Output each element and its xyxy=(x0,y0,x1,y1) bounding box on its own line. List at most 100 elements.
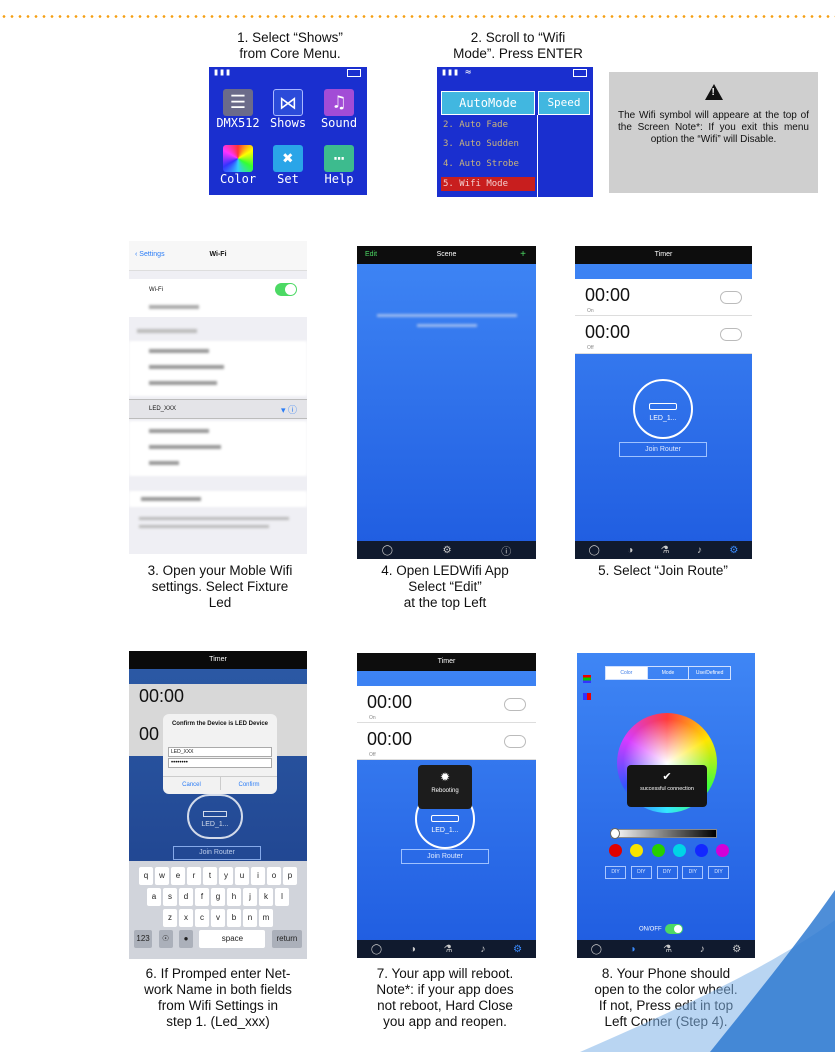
music-tab-icon[interactable]: ⚙ xyxy=(443,545,452,556)
color-swatch[interactable] xyxy=(651,844,665,857)
settings-tab-icon[interactable]: ⚙ xyxy=(729,545,738,556)
router-circle[interactable]: LED_1... xyxy=(633,379,693,439)
slider-handle[interactable] xyxy=(610,828,620,839)
menu-item-color[interactable]: Color xyxy=(213,145,263,186)
confirm-button[interactable]: Confirm xyxy=(220,777,277,790)
diy-button[interactable]: DIY xyxy=(708,866,729,879)
add-button[interactable]: + xyxy=(520,246,526,264)
menu-item-dmx512[interactable]: ☰ DMX512 xyxy=(213,89,263,130)
scene-top-bar: Edit Scene + xyxy=(357,246,536,264)
temp-tab-icon[interactable]: ⚗ xyxy=(661,545,670,556)
num-key[interactable]: 123 xyxy=(134,930,153,948)
key-s[interactable]: s xyxy=(163,888,177,906)
key-w[interactable]: w xyxy=(155,867,169,885)
key-g[interactable]: g xyxy=(211,888,225,906)
key-d[interactable]: d xyxy=(179,888,193,906)
cancel-button[interactable]: Cancel xyxy=(163,782,220,788)
key-b[interactable]: b xyxy=(227,909,241,927)
timer-toggle[interactable] xyxy=(504,698,526,711)
key-q[interactable]: q xyxy=(139,867,153,885)
info-icon[interactable]: ▾ ⓘ xyxy=(281,403,297,416)
join-router-button[interactable]: Join Router xyxy=(619,442,707,457)
key-m[interactable]: m xyxy=(259,909,273,927)
scene-tab-icon[interactable]: ◯ xyxy=(382,545,393,556)
key-t[interactable]: t xyxy=(203,867,217,885)
key-r[interactable]: r xyxy=(187,867,201,885)
timer-toggle[interactable] xyxy=(720,328,742,341)
menu-label: Shows xyxy=(269,116,307,130)
diy-button[interactable]: DIY xyxy=(656,866,678,879)
menu-item-shows[interactable]: ⋈ Shows xyxy=(263,89,313,130)
confirm-dialog: Confirm the Device is LED Device LED_XXX… xyxy=(163,714,277,794)
join-router-button[interactable]: Join Router xyxy=(401,849,489,864)
timer-off-row: 00:00 Off xyxy=(357,723,536,760)
key-v[interactable]: v xyxy=(211,909,225,927)
help-chat-icon: ⋯ xyxy=(324,145,354,172)
diy-button[interactable]: DIY xyxy=(605,866,626,879)
edit-button[interactable]: Edit xyxy=(365,246,377,264)
color-swatch[interactable] xyxy=(630,844,644,857)
key-y[interactable]: y xyxy=(219,867,233,885)
key-a[interactable]: a xyxy=(147,888,161,906)
timer-toggle[interactable] xyxy=(504,735,526,748)
wifi-toggle[interactable] xyxy=(275,283,297,296)
menu-item-sound[interactable]: ♫ Sound xyxy=(313,89,365,130)
color-swatch[interactable] xyxy=(694,844,708,857)
color-swatch[interactable] xyxy=(715,844,729,857)
key-n[interactable]: n xyxy=(243,909,257,927)
dotted-divider xyxy=(0,15,835,18)
key-l[interactable]: l xyxy=(275,888,289,906)
keyboard: qwertyuiop asdfghjkl zxcvbnm 123 ☉ ● spa… xyxy=(129,861,307,959)
timer-title: Timer xyxy=(575,246,752,264)
key-x[interactable]: x xyxy=(179,909,193,927)
return-key[interactable]: return xyxy=(271,930,302,948)
nav-title: Wi-Fi xyxy=(209,251,227,258)
network-row-led[interactable]: LED_XXX ▾ ⓘ xyxy=(129,399,307,419)
key-i[interactable]: i xyxy=(251,867,265,885)
brightness-slider[interactable] xyxy=(610,828,717,839)
menu-item[interactable]: 2. Auto Fade xyxy=(443,120,508,130)
color-swatch[interactable] xyxy=(673,844,687,857)
key-e[interactable]: e xyxy=(171,867,185,885)
menu-item-selected[interactable]: 5. Wifi Mode xyxy=(441,177,535,191)
color-swatch[interactable] xyxy=(609,844,622,857)
timer-toggle[interactable] xyxy=(720,291,742,304)
checkmark-icon: ✔ xyxy=(662,771,672,783)
menu-item[interactable]: 3. Auto Sudden xyxy=(443,139,519,149)
music-tab-icon[interactable]: ♪ xyxy=(697,545,702,556)
globe-icon[interactable]: ☉ xyxy=(158,930,173,948)
key-z[interactable]: z xyxy=(163,909,177,927)
mix-icon xyxy=(583,693,591,700)
lcd-status-bar: ▮▮▮ ≈ xyxy=(437,67,593,81)
menu-item[interactable]: 4. Auto Strobe xyxy=(443,159,519,169)
menu-item-help[interactable]: ⋯ Help xyxy=(313,145,365,186)
menu-item-set[interactable]: ✖ Set xyxy=(263,145,313,186)
key-h[interactable]: h xyxy=(227,888,241,906)
temp-tab-icon[interactable]: ⚗ xyxy=(444,944,453,955)
mic-icon[interactable]: ● xyxy=(179,930,193,948)
keyboard-row: zxcvbnm xyxy=(129,907,307,928)
color-tab-icon[interactable]: ◑ xyxy=(410,944,416,955)
color-tab-icon[interactable]: ◑ xyxy=(627,545,633,556)
password-field[interactable]: •••••••• xyxy=(168,758,272,768)
key-k[interactable]: k xyxy=(259,888,273,906)
help-tab-icon[interactable]: ⓘ xyxy=(501,543,511,558)
menu-label: Help xyxy=(324,172,354,186)
scene-tab-icon[interactable]: ◯ xyxy=(371,944,382,955)
key-f[interactable]: f xyxy=(195,888,209,906)
key-c[interactable]: c xyxy=(195,909,209,927)
diy-button[interactable]: DIY xyxy=(630,866,652,879)
key-j[interactable]: j xyxy=(243,888,257,906)
diy-button[interactable]: DIY xyxy=(682,866,704,879)
tab-user-defined[interactable]: Use/Defined xyxy=(688,667,730,679)
tab-color[interactable]: Color xyxy=(606,667,647,679)
key-p[interactable]: p xyxy=(283,867,297,885)
menu-label: Set xyxy=(277,172,299,186)
space-key[interactable]: space xyxy=(199,930,266,948)
scene-tab-icon[interactable]: ◯ xyxy=(589,545,600,556)
key-o[interactable]: o xyxy=(267,867,281,885)
scene-screen: Edit Scene + ◯ ⚙ ⓘ xyxy=(357,246,536,559)
network-name-field[interactable]: LED_XXX xyxy=(168,747,272,757)
key-u[interactable]: u xyxy=(235,867,249,885)
tab-mode[interactable]: Mode xyxy=(646,667,689,679)
